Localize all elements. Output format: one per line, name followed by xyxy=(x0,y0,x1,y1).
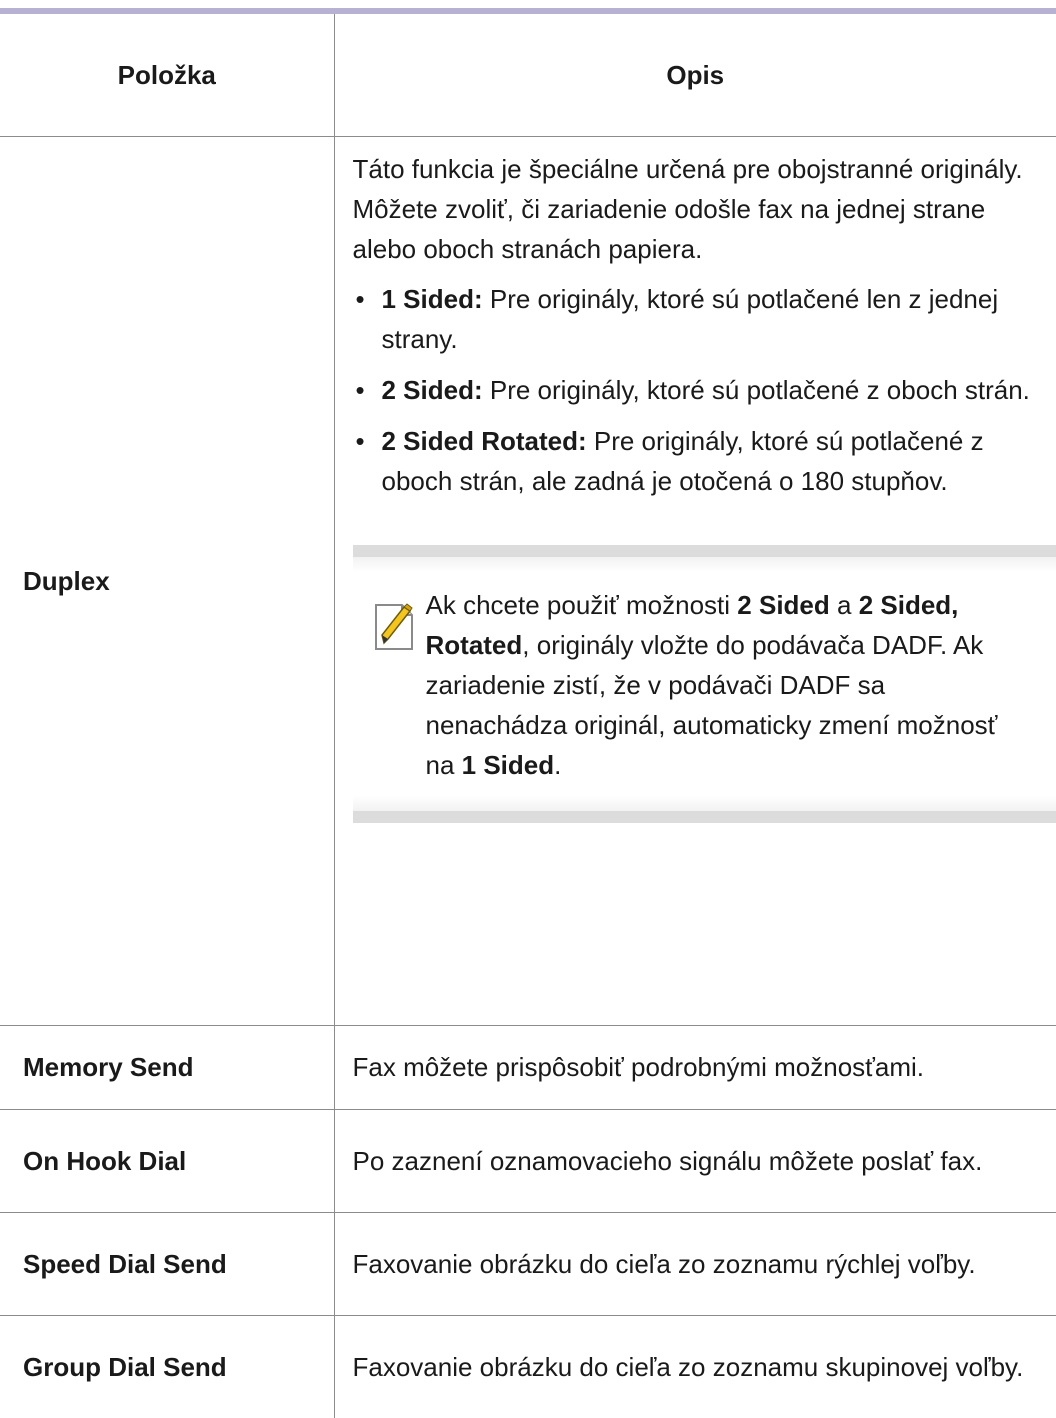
table-row: Speed Dial Send Faxovanie obrázku do cie… xyxy=(0,1213,1056,1316)
item-label: Memory Send xyxy=(0,1026,334,1110)
note-text-part: Ak chcete použiť možnosti xyxy=(426,590,738,620)
table-row: Group Dial Send Faxovanie obrázku do cie… xyxy=(0,1316,1056,1418)
header-item: Položka xyxy=(0,11,334,137)
duplex-options-list: 1 Sided: Pre originály, ktoré sú potlače… xyxy=(353,279,1033,501)
item-description: Faxovanie obrázku do cieľa zo zoznamu sk… xyxy=(334,1316,1056,1418)
description-duplex: Táto funkcia je špeciálne určená pre obo… xyxy=(334,137,1056,1026)
item-description: Faxovanie obrázku do cieľa zo zoznamu rý… xyxy=(334,1213,1056,1316)
item-label: On Hook Dial xyxy=(0,1110,334,1213)
table-row: Memory Send Fax môžete prispôsobiť podro… xyxy=(0,1026,1056,1110)
item-label: Group Dial Send xyxy=(0,1316,334,1418)
option-term: 2 Sided: xyxy=(382,375,483,405)
options-table: Položka Opis Duplex Táto funkcia je špec… xyxy=(0,8,1056,1418)
table-header-row: Položka Opis xyxy=(0,11,1056,137)
item-description: Fax môžete prispôsobiť podrobnými možnos… xyxy=(334,1026,1056,1110)
header-description: Opis xyxy=(334,11,1056,137)
duplex-intro: Táto funkcia je špeciálne určená pre obo… xyxy=(353,149,1033,269)
note-text-part: a xyxy=(830,590,859,620)
note-text: Ak chcete použiť možnosti 2 Sided a 2 Si… xyxy=(426,585,1027,785)
list-item: 2 Sided Rotated: Pre originály, ktoré sú… xyxy=(353,421,1033,501)
table-row: On Hook Dial Po zaznení oznamovacieho si… xyxy=(0,1110,1056,1213)
option-term: 1 Sided: xyxy=(382,284,483,314)
note-text-part: . xyxy=(554,750,561,780)
option-term: 2 Sided Rotated: xyxy=(382,426,587,456)
item-duplex: Duplex xyxy=(0,137,334,1026)
list-item: 1 Sided: Pre originály, ktoré sú potlače… xyxy=(353,279,1033,359)
option-text: Pre originály, ktoré sú potlačené z oboc… xyxy=(483,375,1030,405)
note-box: Ak chcete použiť možnosti 2 Sided a 2 Si… xyxy=(353,545,1056,823)
note-bold-term: 2 Sided xyxy=(737,590,829,620)
table-row-duplex: Duplex Táto funkcia je špeciálne určená … xyxy=(0,137,1056,1026)
note-bold-term: 1 Sided xyxy=(462,750,554,780)
list-item: 2 Sided: Pre originály, ktoré sú potlače… xyxy=(353,370,1033,410)
note-pencil-icon xyxy=(372,599,420,653)
item-description: Po zaznení oznamovacieho signálu môžete … xyxy=(334,1110,1056,1213)
item-label: Speed Dial Send xyxy=(0,1213,334,1316)
